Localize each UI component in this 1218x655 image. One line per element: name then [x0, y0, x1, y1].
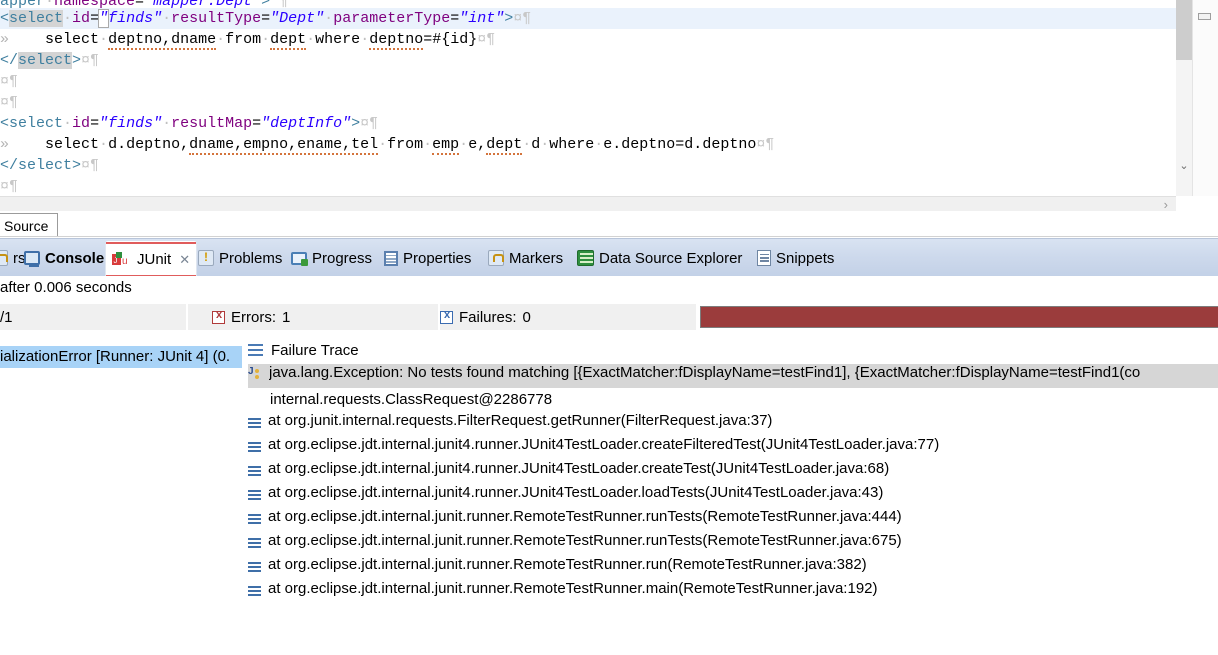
trace-row[interactable]: at org.eclipse.jdt.internal.junit.runner…	[248, 532, 1218, 556]
tab-label: Data Source Explorer	[599, 249, 743, 267]
trace-row[interactable]: at org.eclipse.jdt.internal.junit.runner…	[248, 556, 1218, 580]
code-line-8[interactable]: </select>¤¶	[0, 155, 1176, 176]
code-line-2[interactable]: » select·deptno,dname·from·dept·where·de…	[0, 29, 1176, 50]
failure-trace-header: Failure Trace	[248, 338, 359, 362]
editor-overview-ruler[interactable]	[1192, 0, 1218, 196]
tab-label: Properties	[403, 249, 472, 267]
tab-problems[interactable]: Problems	[192, 245, 288, 271]
trace-exception-continuation: internal.requests.ClassRequest@2286778	[270, 391, 553, 408]
junit-icon: J u	[112, 251, 132, 268]
trace-frame-text: at org.eclipse.jdt.internal.junit.runner…	[268, 580, 878, 597]
tab-source[interactable]: Source	[0, 213, 59, 236]
trace-frame-text: at org.eclipse.jdt.internal.junit4.runne…	[268, 436, 940, 453]
code-line-6[interactable]: <select·id="finds"·resultMap="deptInfo">…	[0, 113, 1176, 134]
test-progress-bar	[700, 306, 1218, 328]
tree-item-initialization-error[interactable]: ializationError [Runner: JUnit 4] (0.	[0, 346, 242, 368]
tab-progress[interactable]: Progress	[285, 245, 378, 271]
trace-frame-text: at org.eclipse.jdt.internal.junit4.runne…	[268, 460, 890, 477]
code-line-7[interactable]: » select·d.deptno,dname,empno,ename,tel·…	[0, 134, 1176, 155]
failure-trace-list[interactable]: J java.lang.Exception: No tests found ma…	[248, 364, 1218, 604]
markers-icon	[488, 250, 504, 266]
markers-icon	[0, 250, 8, 266]
trace-frame-text: at org.eclipse.jdt.internal.junit.runner…	[268, 508, 902, 525]
stack-frame-icon	[248, 586, 261, 597]
editor-horizontal-scrollbar[interactable]: ›	[0, 196, 1176, 212]
code-line-4[interactable]: ¤¶	[0, 71, 1176, 92]
tab-data-source-explorer[interactable]: Data Source Explorer	[571, 245, 748, 271]
tab-junit[interactable]: J u JUnit ✕	[105, 241, 198, 277]
chevron-right-icon[interactable]: ›	[1164, 197, 1168, 212]
run-summary-label: after 0.006 seconds	[0, 279, 132, 296]
errors-label: Errors:	[231, 308, 276, 326]
editor-text-area[interactable]: apper·namespace="mapper.Dept"> ¶ <select…	[0, 0, 1176, 196]
console-icon	[24, 251, 40, 267]
trace-exception-row[interactable]: J java.lang.Exception: No tests found ma…	[248, 364, 1218, 388]
runs-value: /1	[0, 308, 13, 326]
tab-snippets[interactable]: Snippets	[751, 245, 840, 271]
trace-row[interactable]: at org.eclipse.jdt.internal.junit4.runne…	[248, 460, 1218, 484]
stack-frame-icon	[248, 490, 261, 501]
tab-console[interactable]: Console	[18, 245, 110, 271]
failures-count: 0	[522, 308, 531, 326]
code-line-1[interactable]: <select·id="finds"·resultType="Dept"·par…	[0, 8, 1176, 29]
trace-frame-text: at org.eclipse.jdt.internal.junit.runner…	[268, 532, 902, 549]
divider	[0, 236, 1218, 237]
failures-counter: Failures: 0	[440, 304, 696, 330]
snippets-icon	[757, 250, 771, 266]
test-tree-panel[interactable]: ializationError [Runner: JUnit 4] (0.	[0, 338, 242, 655]
editor-scroll-thumb[interactable]	[1176, 0, 1192, 60]
trace-frame-text: at org.eclipse.jdt.internal.junit4.runne…	[268, 484, 884, 501]
trace-row[interactable]: at org.eclipse.jdt.internal.junit.runner…	[248, 508, 1218, 532]
svg-text:u: u	[122, 256, 128, 267]
tab-label: Progress	[312, 249, 373, 267]
view-tab-bar: rs Console J u JUnit ✕ Problems	[0, 238, 1218, 508]
trace-frame-text: at org.eclipse.jdt.internal.junit.runner…	[268, 556, 867, 573]
code-line-5[interactable]: ¤¶	[0, 92, 1176, 113]
tab-label: Problems	[219, 249, 283, 267]
trace-exception-text: java.lang.Exception: No tests found matc…	[269, 364, 1141, 381]
stack-list-icon	[248, 344, 263, 356]
stack-frame-icon	[248, 442, 261, 453]
trace-row[interactable]: at org.eclipse.jdt.internal.junit4.runne…	[248, 436, 1218, 460]
properties-icon	[384, 250, 398, 266]
tab-markers[interactable]: Markers	[482, 245, 569, 271]
code-line-3[interactable]: </select>¤¶	[0, 50, 1176, 71]
xml-editor[interactable]: apper·namespace="mapper.Dept"> ¶ <select…	[0, 0, 1218, 212]
progress-icon	[291, 251, 308, 266]
close-icon[interactable]: ✕	[179, 252, 190, 268]
runs-counter: /1	[0, 304, 186, 330]
junit-view: after 0.006 seconds /1 Errors: 1 Failure…	[0, 276, 1218, 655]
trace-row[interactable]: at org.eclipse.jdt.internal.junit4.runne…	[248, 484, 1218, 508]
junit-counters-row: /1 Errors: 1 Failures: 0	[0, 304, 1218, 330]
tab-label: Console	[45, 249, 105, 267]
failure-icon	[440, 309, 453, 324]
editor-vertical-scrollbar[interactable]: ⌄	[1176, 0, 1192, 196]
overview-ruler-mark	[1198, 13, 1211, 20]
errors-count: 1	[282, 308, 291, 326]
error-icon	[212, 309, 225, 324]
data-source-icon	[577, 250, 594, 266]
stack-frame-icon	[248, 538, 261, 549]
trace-row[interactable]: at org.eclipse.jdt.internal.junit.runner…	[248, 580, 1218, 604]
trace-row[interactable]: at org.junit.internal.requests.FilterReq…	[248, 412, 1218, 436]
tab-label: JUnit	[137, 251, 172, 268]
chevron-down-icon[interactable]: ⌄	[1176, 158, 1192, 174]
failure-trace-panel[interactable]: Failure Trace J java.lang.Exception: No …	[248, 338, 1218, 655]
tab-properties[interactable]: Properties	[378, 245, 477, 271]
errors-counter: Errors: 1	[188, 304, 438, 330]
code-line-9[interactable]: ¤¶	[0, 176, 1176, 196]
java-exception-icon: J	[248, 367, 262, 383]
stack-frame-icon	[248, 466, 261, 477]
stack-frame-icon	[248, 562, 261, 573]
editor-mode-tabs: Source	[0, 211, 1218, 238]
failure-trace-title: Failure Trace	[271, 341, 359, 359]
problems-icon	[198, 250, 214, 266]
stack-frame-icon	[248, 418, 261, 429]
trace-frame-text: at org.junit.internal.requests.FilterReq…	[268, 412, 773, 429]
tab-label: Snippets	[776, 249, 835, 267]
tab-label: Markers	[509, 249, 564, 267]
failures-label: Failures:	[459, 308, 517, 326]
stack-frame-icon	[248, 514, 261, 525]
